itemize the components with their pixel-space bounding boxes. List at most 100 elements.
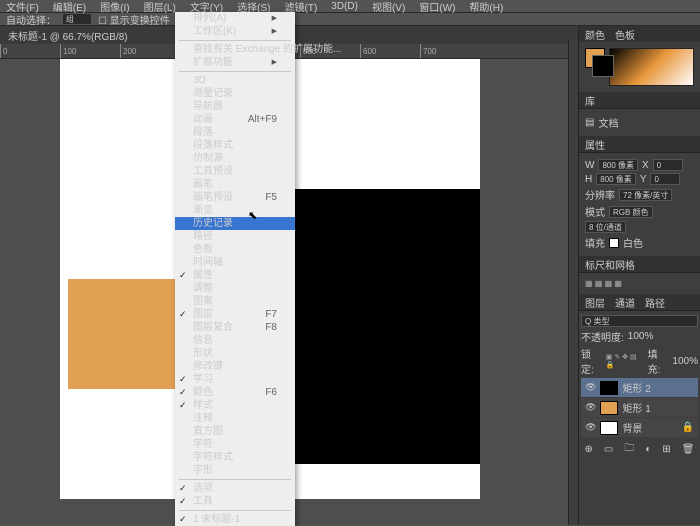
menu-entry[interactable]: 仿制源 xyxy=(175,152,295,165)
menu-entry[interactable]: 画笔 xyxy=(175,178,295,191)
layer-name: 背景 xyxy=(622,420,642,435)
menu-entry[interactable]: 字符 xyxy=(175,438,295,451)
options-bar: 自动选择： 组 ☐ 显示变换控件 xyxy=(0,13,700,26)
layers-tabs: 图层 通道 路径 xyxy=(579,294,700,310)
fg-bg-swatch[interactable] xyxy=(585,48,605,68)
ruler-panel: ▦ ▦ ▦ ▦ xyxy=(579,272,700,294)
tab-library[interactable]: 库 xyxy=(585,93,595,108)
menu-entry[interactable]: 路径 xyxy=(175,230,295,243)
lib-tabs: 库 xyxy=(579,92,700,108)
menu-entry[interactable]: 学习 xyxy=(175,373,295,386)
color-spectrum[interactable] xyxy=(609,48,694,86)
menu-entry[interactable]: 形状 xyxy=(175,347,295,360)
folder-icon[interactable]: 🗀 xyxy=(624,441,634,458)
menu-item[interactable]: 帮助(H) xyxy=(469,0,503,14)
layer-thumb xyxy=(600,421,618,435)
prop-x[interactable]: 0 xyxy=(653,159,683,171)
visibility-icon[interactable]: 👁 xyxy=(585,382,596,393)
layers-panel: Q 类型 不透明度:100% 锁定:▣ ✎ ✥ ▤ 🔒 填充:100% 👁矩形 … xyxy=(579,310,700,462)
prop-res[interactable]: 72 像素/英寸 xyxy=(619,189,672,201)
tab-paths[interactable]: 路径 xyxy=(645,295,665,310)
opt-checkbox[interactable]: ☐ 显示变换控件 xyxy=(98,12,170,27)
tab-layers[interactable]: 图层 xyxy=(585,295,605,310)
menu-entry[interactable]: 工具 xyxy=(175,495,295,508)
tab-properties[interactable]: 属性 xyxy=(585,137,605,152)
menu-entry[interactable]: 渐变 xyxy=(175,204,295,217)
prop-w[interactable]: 800 像素 xyxy=(598,159,638,171)
mask-icon[interactable]: ▭ xyxy=(604,444,613,455)
menu-entry[interactable]: 工具预设 xyxy=(175,165,295,178)
tab-color[interactable]: 颜色 xyxy=(585,27,605,42)
menu-entry[interactable]: 历史记录 xyxy=(175,217,295,230)
trash-icon[interactable]: 🗑 xyxy=(682,444,695,455)
menu-entry[interactable]: 段落 xyxy=(175,126,295,139)
visibility-icon[interactable]: 👁 xyxy=(585,402,596,413)
mini-toolstrip xyxy=(568,40,578,525)
tab-ruler-grid[interactable]: 标尺和网格 xyxy=(585,257,635,272)
menu-entry[interactable]: 字形 xyxy=(175,464,295,477)
layer-name: 矩形 2 xyxy=(622,380,650,395)
menu-entry[interactable]: 修改键 xyxy=(175,360,295,373)
color-panel-tabs: 颜色 色板 xyxy=(579,26,700,42)
tab-swatches[interactable]: 色板 xyxy=(615,27,635,42)
menu-entry[interactable]: 调整 xyxy=(175,282,295,295)
layer-thumb xyxy=(600,381,618,395)
menu-entry[interactable]: 属性 xyxy=(175,269,295,282)
opt-label: 自动选择： xyxy=(6,12,56,27)
menu-item[interactable]: 编辑(E) xyxy=(53,0,86,14)
menu-entry[interactable]: 时间轴 xyxy=(175,256,295,269)
menu-entry[interactable]: 直方图 xyxy=(175,425,295,438)
menu-entry[interactable]: 排列(A) xyxy=(175,12,295,25)
tab-channels[interactable]: 通道 xyxy=(615,295,635,310)
menu-item[interactable]: 视图(V) xyxy=(372,0,405,14)
menu-entry[interactable]: 测量记录 xyxy=(175,87,295,100)
window-menu-dropdown[interactable]: 排列(A)工作区(K) 查找有关 Exchange 的扩展功能...扩展功能 3D测… xyxy=(175,12,295,526)
new-layer-icon[interactable]: ⊞ xyxy=(662,444,670,455)
menu-entry[interactable]: 选项 xyxy=(175,482,295,495)
shape-rect-orange[interactable] xyxy=(68,279,178,389)
prop-h[interactable]: 800 像素 xyxy=(596,173,636,185)
menu-entry[interactable]: 图层复合F8 xyxy=(175,321,295,334)
menu-item[interactable]: 窗口(W) xyxy=(419,0,455,14)
layer-thumb xyxy=(600,401,618,415)
menu-entry[interactable]: 扩展功能 xyxy=(175,56,295,69)
menu-entry[interactable]: 画笔预设F5 xyxy=(175,191,295,204)
menu-entry[interactable]: 信息 xyxy=(175,334,295,347)
ruler-tabs: 标尺和网格 xyxy=(579,256,700,272)
adjust-icon[interactable]: ◐ xyxy=(645,444,651,455)
menu-entry[interactable]: 3D xyxy=(175,74,295,87)
menu-entry[interactable]: 字符样式 xyxy=(175,451,295,464)
doc-icon: ▤ xyxy=(585,117,594,128)
properties-panel: W800 像素X0 H800 像素Y0 分辨率72 像素/英寸 模式RGB 颜色… xyxy=(579,152,700,256)
lock-icon: 🔒 xyxy=(682,422,694,433)
menu-entry[interactable]: 段落样式 xyxy=(175,139,295,152)
menu-entry[interactable]: 工作区(K) xyxy=(175,25,295,38)
layer-row[interactable]: 👁矩形 1 xyxy=(581,398,698,417)
menu-item[interactable]: 3D(D) xyxy=(331,1,358,12)
fx-icon[interactable]: ⊕ xyxy=(585,444,593,455)
layer-row[interactable]: 👁 矩形 2 xyxy=(581,378,698,397)
prop-mode[interactable]: RGB 颜色 xyxy=(609,206,653,218)
right-panels: 颜色 色板 库 ▤文档 属性 W800 像素X0 H800 像素Y0 分辨率72… xyxy=(578,26,700,525)
fill-swatch[interactable] xyxy=(609,238,619,248)
menu-entry[interactable]: 图案 xyxy=(175,295,295,308)
document-tab[interactable]: 未标题-1 @ 66.7%(RGB/8) xyxy=(8,28,128,43)
lib-panel: ▤文档 xyxy=(579,108,700,136)
layer-kind[interactable]: Q 类型 xyxy=(581,315,698,327)
visibility-icon[interactable]: 👁 xyxy=(585,422,596,433)
menu-entry[interactable]: 图层F7 xyxy=(175,308,295,321)
prop-depth[interactable]: 8 位/通道 xyxy=(585,221,626,233)
layer-row[interactable]: 👁 背景 🔒 xyxy=(581,418,698,437)
menu-entry[interactable]: 样式 xyxy=(175,399,295,412)
menu-entry[interactable]: 动画Alt+F9 xyxy=(175,113,295,126)
color-panel xyxy=(579,42,700,92)
menu-entry[interactable]: 导航器 xyxy=(175,100,295,113)
menu-entry[interactable]: 查找有关 Exchange 的扩展功能... xyxy=(175,43,295,56)
cursor-icon: ⬉ xyxy=(248,209,257,222)
opt-combo[interactable]: 组 xyxy=(62,13,92,25)
menu-entry[interactable]: 注释 xyxy=(175,412,295,425)
menu-entry[interactable]: 色板 xyxy=(175,243,295,256)
menu-entry[interactable]: 1 未标题-1 xyxy=(175,513,295,526)
prop-y[interactable]: 0 xyxy=(650,173,680,185)
menu-entry[interactable]: 颜色F6 xyxy=(175,386,295,399)
